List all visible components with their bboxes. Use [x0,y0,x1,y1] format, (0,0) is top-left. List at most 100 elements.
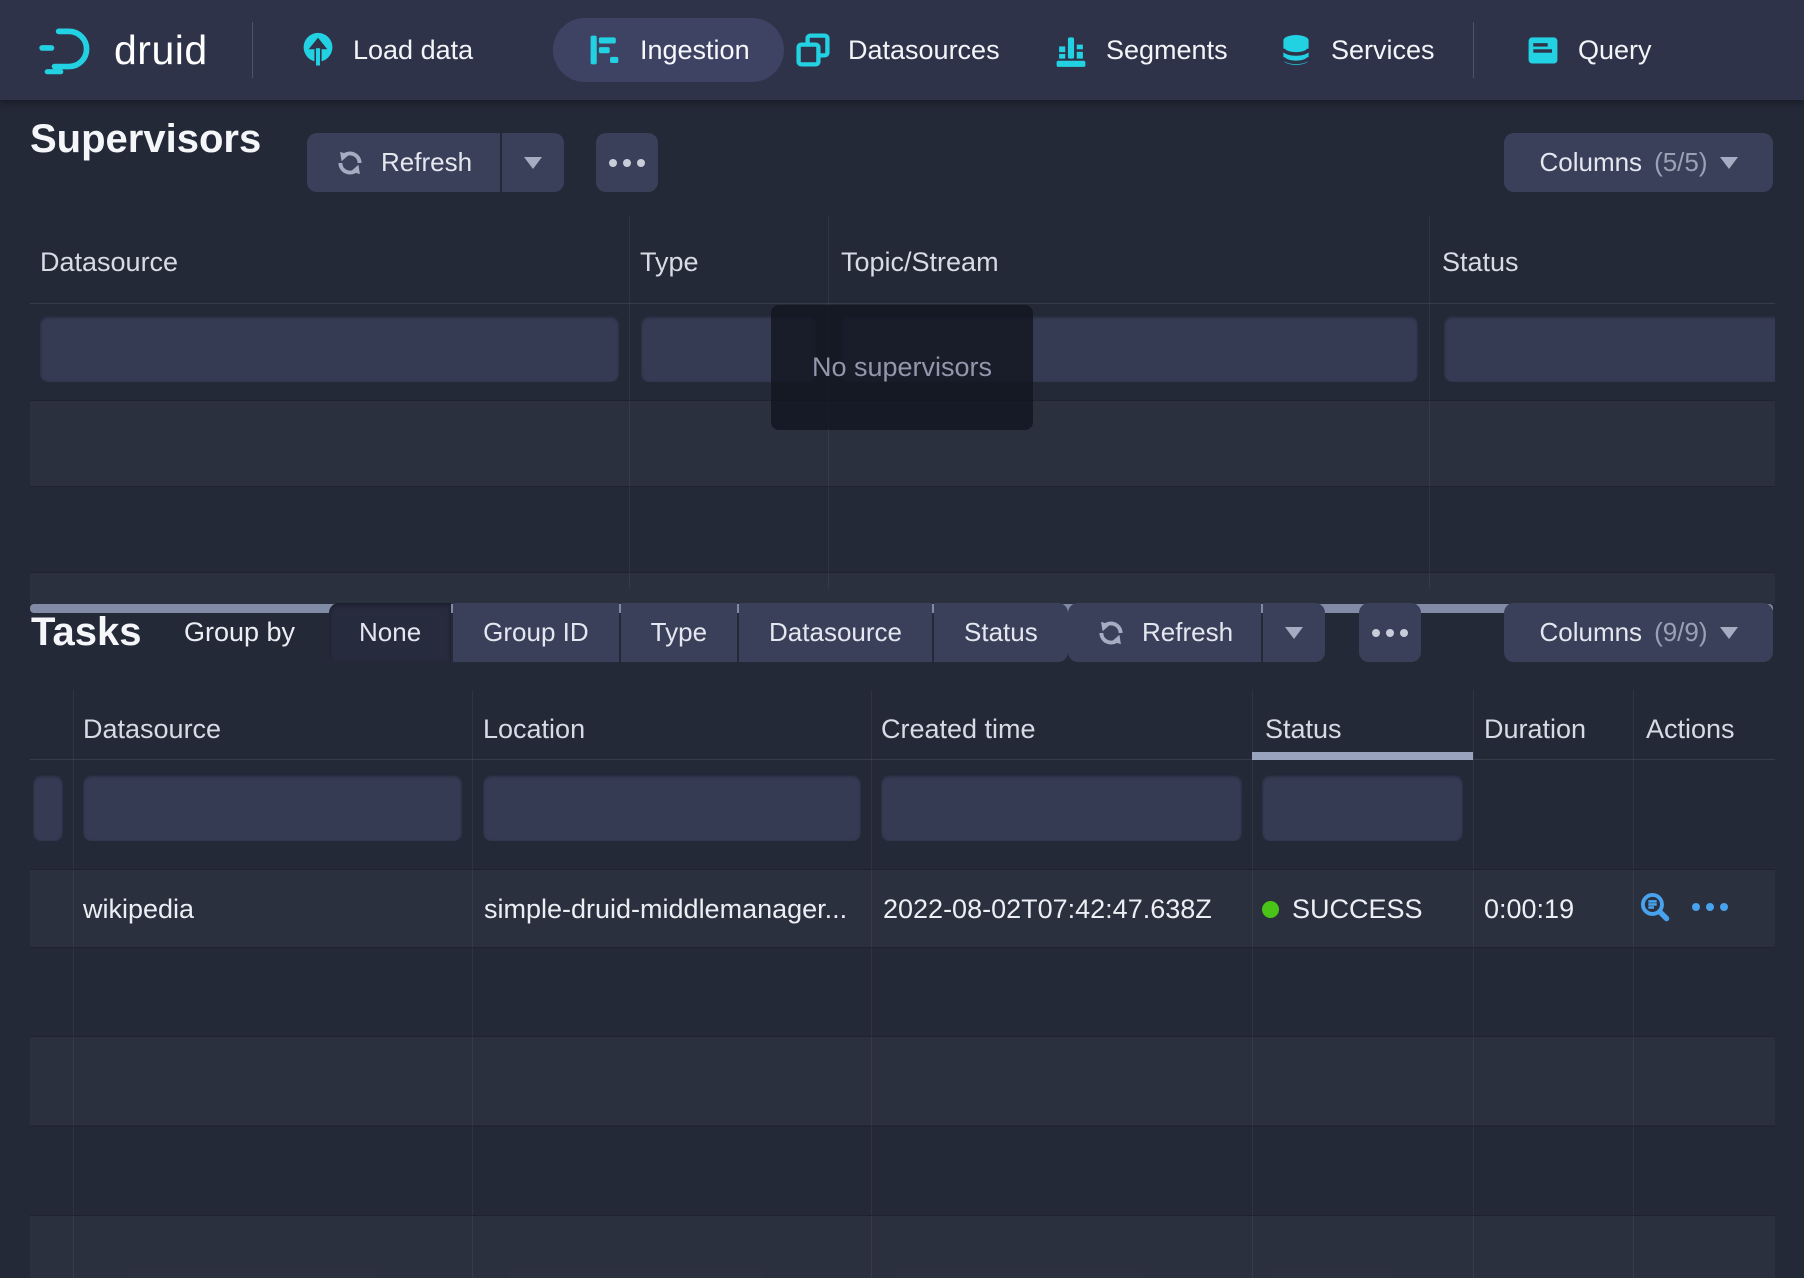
nav-divider [252,22,253,78]
table-row [30,1216,1775,1278]
task-cell-location[interactable]: simple-druid-middlemanager... [484,894,847,925]
tasks-table: Datasource Location Created time Status … [30,690,1775,1278]
column-divider [73,690,74,1278]
refresh-button-label: Refresh [1142,617,1233,648]
druid-logo-icon [38,25,100,75]
top-nav: druid Load data Ingestion [0,0,1804,100]
header-divider [30,759,1775,760]
supervisors-header-type[interactable]: Type [640,247,699,278]
upload-icon [300,32,336,68]
tasks-more-button[interactable] [1359,603,1421,662]
tasks-header-actions[interactable]: Actions [1646,714,1735,745]
table-row [30,573,1775,604]
supervisors-header-topic-stream[interactable]: Topic/Stream [841,247,999,278]
nav-item-segments[interactable]: Segments [1053,0,1228,100]
group-by-status-button[interactable]: Status [934,603,1068,662]
status-sort-indicator [1252,752,1473,760]
button-label: Datasource [769,617,902,648]
nav-item-services[interactable]: Services [1278,0,1435,100]
services-icon [1278,32,1314,68]
tasks-header-created-time[interactable]: Created time [881,714,1036,745]
chevron-down-icon [524,157,542,169]
refresh-icon [335,148,365,178]
column-divider [1633,690,1634,1278]
group-by-type-button[interactable]: Type [621,603,737,662]
nav-item-ingestion[interactable]: Ingestion [553,18,784,82]
task-actions-more-icon[interactable] [1692,903,1728,911]
task-cell-actions [1638,890,1728,924]
group-by-label: Group by [184,617,295,647]
supervisors-title: Supervisors [30,115,261,163]
column-divider [871,690,872,1278]
chevron-down-icon [1720,627,1738,639]
tasks-header-datasource[interactable]: Datasource [83,714,221,745]
nav-item-label: Services [1331,35,1435,66]
supervisors-refresh-button[interactable]: Refresh [307,133,500,192]
more-icon [609,159,645,167]
nav-divider [1473,22,1474,78]
tasks-filter-location[interactable] [483,775,861,841]
supervisors-refresh-split-button: Refresh [307,133,564,192]
datasources-icon [795,32,831,68]
tasks-refresh-button[interactable]: Refresh [1068,603,1261,662]
chevron-down-icon [1720,157,1738,169]
tasks-filter-id[interactable] [33,775,63,841]
more-icon [1372,629,1408,637]
nav-item-load-data[interactable]: Load data [300,0,473,100]
supervisors-filter-datasource[interactable] [40,316,619,382]
brand-text: druid [114,27,208,74]
columns-button-label: Columns [1539,617,1642,648]
columns-button-label: Columns [1539,147,1642,178]
group-by-none-button[interactable]: None [329,603,451,662]
tasks-filter-status[interactable] [1262,775,1463,841]
task-cell-status[interactable]: SUCCESS [1262,894,1423,925]
row-divider [30,947,1775,948]
task-cell-datasource[interactable]: wikipedia [83,894,194,925]
tasks-group-by-button-group: None Group ID Type Datasource Status [329,603,1068,662]
task-detail-magnifier-icon[interactable] [1638,890,1672,924]
nav-item-label: Ingestion [640,35,750,66]
segments-icon [1053,32,1089,68]
druid-logo[interactable]: druid [38,0,208,100]
group-by-datasource-button[interactable]: Datasource [739,603,932,662]
tasks-columns-button[interactable]: Columns (9/9) [1504,603,1773,662]
tasks-title: Tasks [31,608,141,656]
tasks-header-location[interactable]: Location [483,714,585,745]
supervisors-more-button[interactable] [596,133,658,192]
supervisors-refresh-dropdown-button[interactable] [502,133,564,192]
supervisors-header-status[interactable]: Status [1442,247,1519,278]
supervisors-empty-state: No supervisors [771,305,1033,430]
status-success-dot [1262,901,1279,918]
columns-count: (5/5) [1654,147,1707,178]
nav-item-label: Datasources [848,35,1000,66]
ingestion-icon [587,32,623,68]
table-row [30,1037,1775,1125]
chevron-down-icon [1285,627,1303,639]
tasks-header-duration[interactable]: Duration [1484,714,1586,745]
tasks-filter-datasource[interactable] [83,775,462,841]
button-label: Group ID [483,617,589,648]
nav-item-datasources[interactable]: Datasources [795,0,1000,100]
button-label: Status [964,617,1038,648]
columns-count: (9/9) [1654,617,1707,648]
task-cell-duration[interactable]: 0:00:19 [1484,894,1574,925]
tasks-filter-created-time[interactable] [881,775,1242,841]
supervisors-header-datasource[interactable]: Datasource [40,247,178,278]
task-cell-created-time[interactable]: 2022-08-02T07:42:47.638Z [883,894,1212,925]
header-divider [30,303,1775,304]
tasks-refresh-dropdown-button[interactable] [1263,603,1325,662]
refresh-button-label: Refresh [381,147,472,178]
refresh-icon [1096,618,1126,648]
supervisors-columns-button[interactable]: Columns (5/5) [1504,133,1773,192]
druid-console: druid Load data Ingestion [0,0,1804,1278]
tasks-header-status[interactable]: Status [1265,714,1342,745]
nav-item-label: Load data [353,35,473,66]
nav-item-label: Segments [1106,35,1228,66]
nav-item-query[interactable]: Query [1525,0,1652,100]
group-by-group-id-button[interactable]: Group ID [453,603,619,662]
query-icon [1525,32,1561,68]
column-divider [1252,690,1253,1278]
supervisors-filter-status[interactable] [1444,316,1775,382]
column-divider [472,690,473,1278]
row-divider [30,486,1775,487]
